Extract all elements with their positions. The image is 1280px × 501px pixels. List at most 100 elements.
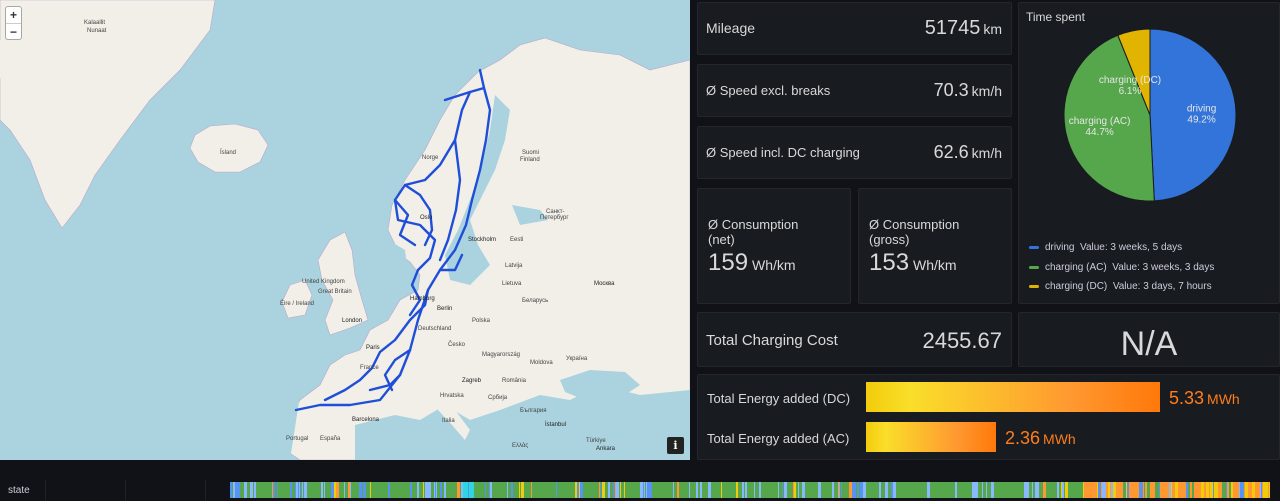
state-segment [986,482,987,498]
legend-item-driving[interactable]: driving Value: 3 weeks, 5 days [1029,242,1182,253]
consumption-gross-unit: Wh/km [913,257,957,273]
state-segment [1147,482,1150,498]
map-label: Polska [472,318,491,324]
consumption-net-number: 159 [708,249,749,276]
map-label: Berlin [437,306,453,312]
state-segment [689,482,690,498]
legend-item-charging-dc[interactable]: charging (DC) Value: 3 days, 7 hours [1029,281,1212,292]
legend-item-charging-ac[interactable]: charging (AC) Value: 3 weeks, 3 days [1029,262,1214,273]
map-label: Latvija [505,263,523,269]
state-segment [444,482,446,498]
state-segment [736,482,738,498]
energy-ac-value: 2.36 MWh [1005,428,1076,449]
legend-name: charging (DC) [1045,281,1108,292]
state-segment [321,482,323,498]
consumption-net-title-line2: (net) [708,232,735,247]
energy-dc-unit: MWh [1207,391,1240,407]
state-segment [1240,482,1244,498]
time-spent-title: Time spent [1026,10,1085,24]
speed-excl-panel: Ø Speed excl. breaks 70.3 km/h [697,64,1012,117]
state-segment [708,482,711,498]
state-segment [616,482,619,498]
state-segment [507,482,508,498]
time-spent-pie: driving49.2% charging (AC)44.7% charging (… [1063,28,1237,202]
pie-slice-label: driving [1187,104,1216,115]
state-segment [1175,482,1178,498]
state-segment [1057,482,1059,498]
state-segment [410,482,412,498]
pie-slice-label: charging (AC) [1069,116,1131,127]
charging-cost-panel: Total Charging Cost 2455.67 [697,312,1012,367]
pie-slice-percent: 44.7% [1085,127,1113,138]
state-segment [233,482,235,498]
state-segment [1144,482,1145,498]
state-segment [1192,482,1194,498]
map-label: España [320,436,341,442]
state-segment [857,482,859,498]
zoom-in-button[interactable]: + [6,7,21,23]
trip-map[interactable]: Kalaallit Nunaat Ísland Norge Suomi Finl… [0,0,690,460]
state-segment [350,482,351,498]
map-label: Nunaat [87,28,107,34]
energy-ac-unit: MWh [1043,431,1076,447]
state-segment [745,482,747,498]
state-segment [1186,482,1188,498]
speed-incl-number: 62.6 [933,142,969,162]
map-label: Kalaallit [84,20,106,26]
state-segment [324,482,325,498]
state-segment [1083,482,1084,498]
state-segment [624,482,625,498]
state-segment [576,482,577,498]
map-label: Hamburg [410,296,435,302]
state-segment [649,482,652,498]
state-segment [531,482,532,498]
state-segment [798,482,799,498]
state-segment [976,482,978,498]
state-segment [1171,482,1172,498]
state-segment [490,482,492,498]
state-segment [1126,482,1127,498]
state-segment [511,482,513,498]
state-segment [1229,482,1231,498]
state-segment [1127,482,1129,498]
state-segment [302,482,303,498]
charging-cost-title: Total Charging Cost [706,332,838,349]
map-label: Portugal [286,436,309,442]
map-label: Eesti [510,237,524,243]
map-label: Oslo [420,215,433,221]
state-segment [344,482,345,498]
state-segment [1155,482,1159,498]
energy-panel: Total Energy added (DC) 5.33 MWh Total En… [697,374,1280,460]
map-label: Deutschland [418,326,452,332]
state-segment [1139,482,1143,498]
map-label: Hrvatska [440,393,464,399]
state-label: state [8,485,30,496]
state-segment [802,482,805,498]
map-label: France [360,365,379,371]
map-label: Ελλάς [512,443,529,449]
speed-excl-value: 70.3 km/h [934,80,1002,101]
state-segment [849,482,850,498]
state-bar[interactable] [230,482,1270,498]
map-label: Italia [442,418,455,424]
state-segment [237,482,240,498]
map-label: Србија [488,395,508,401]
state-segment [677,482,679,498]
state-segment [885,482,888,498]
state-segment [850,482,852,498]
state-segment [363,482,366,498]
map-label: United Kingdom [302,279,345,285]
state-segment [838,482,839,498]
na-value: N/A [1120,325,1178,363]
state-segment [461,482,463,498]
zoom-out-button[interactable]: − [6,23,21,39]
state-segment [305,482,307,498]
state-segment [599,482,600,498]
state-segment [334,482,336,498]
energy-ac-number: 2.36 [1005,428,1041,448]
map-label: Петербург [540,215,569,221]
map-info-button[interactable]: i [667,437,684,454]
na-panel: N/A [1018,312,1280,367]
map-label: Finland [520,157,540,163]
energy-dc-number: 5.33 [1169,388,1205,408]
